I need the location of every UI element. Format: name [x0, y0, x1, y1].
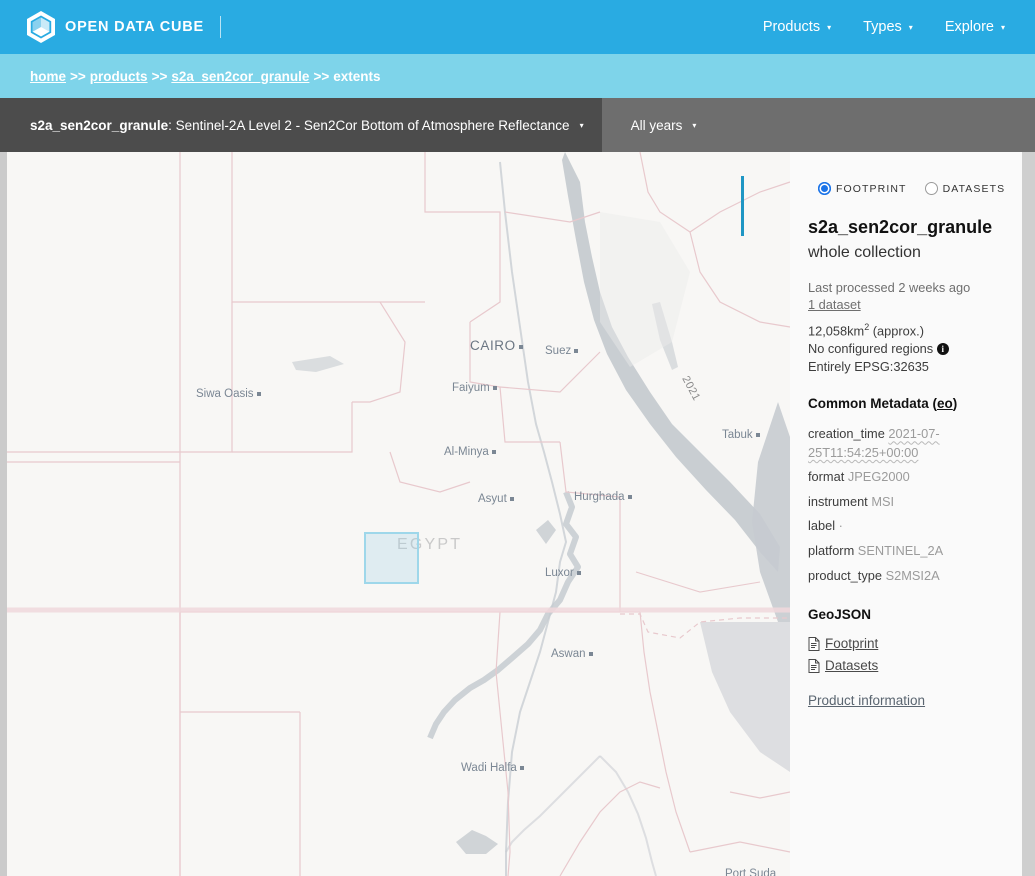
- brand-divider: [220, 16, 222, 38]
- common-metadata-heading: Common Metadata (eo): [808, 396, 1023, 411]
- metadata-row: platform SENTINEL_2A: [808, 542, 1023, 561]
- year-selector[interactable]: All years ▾: [601, 98, 723, 152]
- metadata-heading-prefix: Common Metadata (: [808, 396, 938, 412]
- top-navbar: OPEN DATA CUBE Products ▾ Types ▾ Explor…: [0, 0, 1035, 54]
- metadata-row: instrument MSI: [808, 493, 1023, 512]
- geojson-footprint-row[interactable]: Footprint: [808, 636, 1023, 651]
- radio-footprint-label: FOOTPRINT: [836, 182, 907, 195]
- right-scrollbar[interactable]: [1022, 152, 1035, 876]
- radio-datasets-label: DATASETS: [942, 182, 1006, 195]
- metadata-key: instrument: [808, 493, 868, 509]
- metadata-row: product_type S2MSI2A: [808, 567, 1023, 586]
- chevron-down-icon: ▾: [908, 23, 913, 32]
- area-value: 12,058km2 (approx.): [808, 322, 1023, 338]
- radio-datasets[interactable]: DATASETS: [924, 182, 1006, 195]
- panel-subtitle: whole collection: [808, 244, 921, 261]
- product-selector[interactable]: s2a_sen2cor_granule: Sentinel-2A Level 2…: [0, 98, 602, 152]
- document-icon: [808, 636, 820, 651]
- metadata-row: creation_time 2021-07-25T11:54:25+00:00: [808, 425, 1023, 462]
- nav-item-explore[interactable]: Explore ▾: [929, 13, 1021, 41]
- chevron-down-icon: ▾: [692, 120, 697, 130]
- nav-item-explore-label: Explore: [944, 19, 994, 35]
- radio-datasets-indicator[interactable]: [924, 182, 938, 195]
- info-icon[interactable]: i: [936, 343, 949, 356]
- chevron-down-icon: ▾: [1000, 23, 1005, 32]
- year-selector-label: All years: [630, 117, 683, 133]
- geojson-datasets-row[interactable]: Datasets: [808, 658, 1023, 673]
- chevron-down-icon: ▾: [579, 120, 584, 130]
- metadata-key: product_type: [808, 567, 882, 583]
- metadata-key: creation_time: [808, 426, 885, 442]
- nav-item-types[interactable]: Types ▾: [847, 13, 929, 41]
- metadata-heading-suffix: ): [952, 396, 958, 412]
- metadata-key: format: [808, 469, 845, 485]
- metadata-row: format JPEG2000: [808, 468, 1023, 487]
- metadata-value: ·: [838, 518, 843, 534]
- cube-logo-icon: [27, 11, 55, 43]
- breadcrumb-item-products[interactable]: products: [90, 69, 148, 84]
- breadcrumb-item-product[interactable]: s2a_sen2cor_granule: [171, 69, 309, 84]
- radio-footprint-indicator[interactable]: [818, 182, 831, 195]
- regions-text: No configured regions: [808, 341, 934, 357]
- detail-panel: FOOTPRINT DATASETS s2a_sen2cor_granule w…: [790, 152, 1023, 876]
- area-number: 12,058km: [808, 323, 865, 339]
- product-selector-name: s2a_sen2cor_granule: [30, 117, 169, 133]
- metadata-value: SENTINEL_2A: [857, 543, 944, 558]
- regions-value: No configured regions i: [808, 341, 1023, 356]
- dataset-count-link[interactable]: 1 dataset: [808, 297, 861, 312]
- breadcrumb-separator: >>: [70, 68, 86, 84]
- document-icon: [808, 658, 820, 673]
- metadata-value: S2MSI2A: [885, 567, 940, 583]
- metadata-key: platform: [808, 543, 855, 558]
- crs-value: Entirely EPSG:32635: [808, 359, 929, 375]
- selector-bar: s2a_sen2cor_granule: Sentinel-2A Level 2…: [0, 98, 1035, 152]
- radio-footprint[interactable]: FOOTPRINT: [818, 182, 907, 195]
- breadcrumb: home >> products >> s2a_sen2cor_granule >> ext…: [30, 69, 381, 84]
- left-scrollbar[interactable]: [0, 152, 7, 876]
- chevron-down-icon: ▾: [827, 23, 832, 32]
- breadcrumb-separator: >>: [313, 68, 330, 84]
- breadcrumb-item-extents: extents: [333, 68, 381, 84]
- view-mode-radio-group: FOOTPRINT DATASETS: [818, 182, 1023, 195]
- last-processed-text: Last processed 2 weeks ago: [808, 280, 971, 295]
- geojson-datasets-link[interactable]: Datasets: [825, 658, 878, 673]
- metadata-value: MSI: [871, 493, 895, 509]
- nav-item-products[interactable]: Products ▾: [747, 13, 847, 41]
- metadata-value: JPEG2000: [847, 469, 910, 485]
- metadata-heading-link[interactable]: eo: [937, 396, 953, 411]
- geojson-footprint-link[interactable]: Footprint: [825, 636, 878, 651]
- metadata-key: label: [808, 518, 836, 534]
- geojson-heading: GeoJSON: [808, 607, 872, 623]
- metadata-row: label ·: [808, 517, 1023, 536]
- nav-menu: Products ▾ Types ▾ Explore ▾: [747, 13, 1021, 41]
- nav-item-types-label: Types: [863, 19, 902, 35]
- product-information-row: Product information: [808, 693, 1023, 708]
- breadcrumb-separator: >>: [151, 68, 168, 84]
- dataset-footprint[interactable]: [364, 532, 419, 584]
- brand-text: OPEN DATA CUBE: [65, 19, 205, 35]
- area-suffix: (approx.): [869, 323, 924, 339]
- map-marker-line: [741, 176, 744, 236]
- brand[interactable]: OPEN DATA CUBE: [26, 10, 222, 44]
- product-selector-description: : Sentinel-2A Level 2 - Sen2Cor Bottom o…: [168, 117, 570, 133]
- breadcrumb-bar: home >> products >> s2a_sen2cor_granule >> ext…: [0, 54, 1035, 98]
- nav-item-products-label: Products: [762, 19, 821, 35]
- dataset-count: 1 dataset: [808, 297, 1023, 312]
- product-information-link[interactable]: Product information: [808, 693, 925, 708]
- breadcrumb-item-home[interactable]: home: [30, 69, 66, 84]
- page-root: OPEN DATA CUBE Products ▾ Types ▾ Explor…: [0, 0, 1035, 876]
- panel-title: s2a_sen2cor_granule: [808, 217, 993, 237]
